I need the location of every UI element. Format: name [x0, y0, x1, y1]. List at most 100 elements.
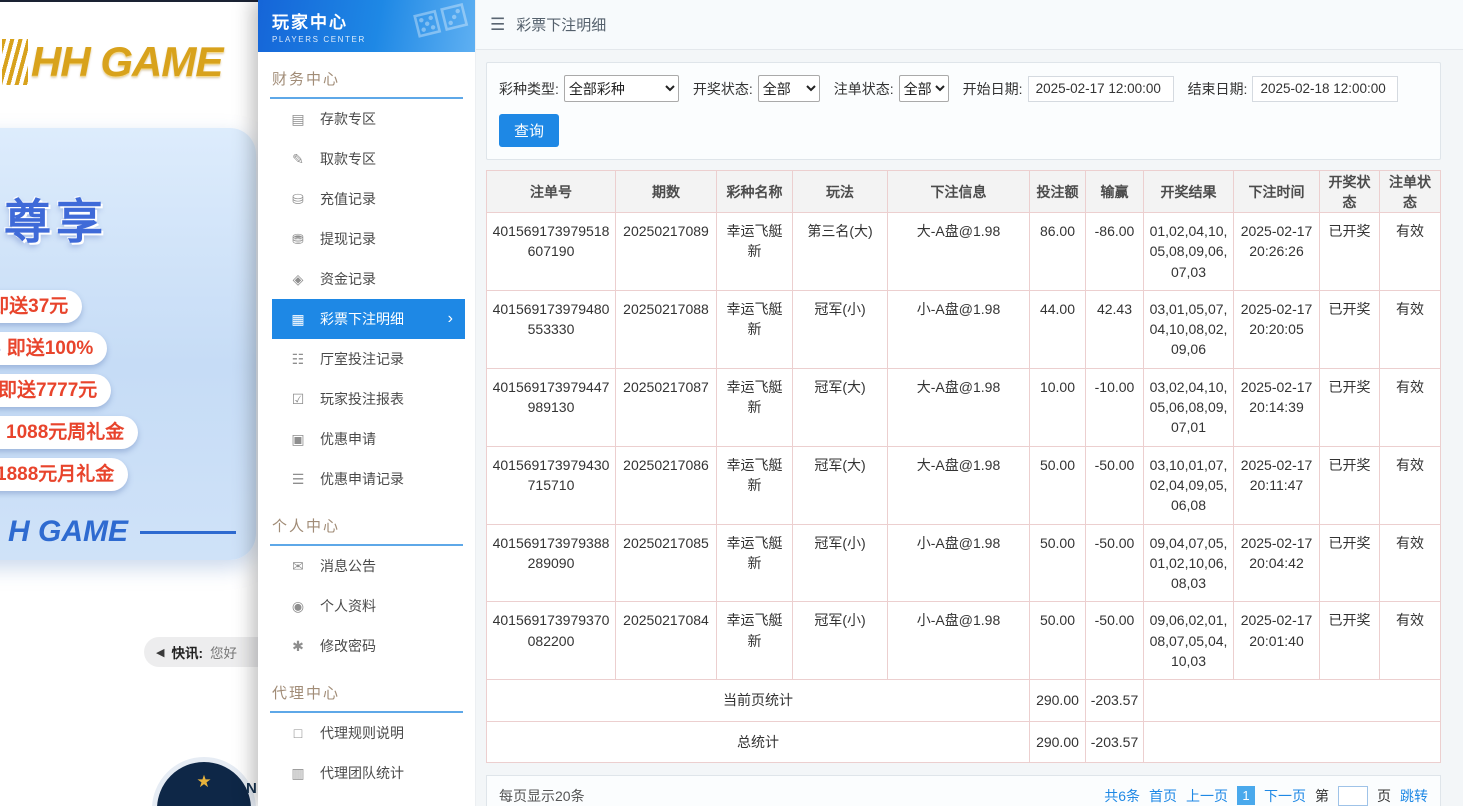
- cell-play: 冠军(小): [793, 290, 888, 368]
- end-date-label: 结束日期:: [1188, 79, 1248, 99]
- main-content: 彩种类型: 全部彩种 开奖状态: 全部 注单状态: 全部 开始日期:: [476, 50, 1463, 806]
- promo-pill: P首存 即送100%: [0, 332, 107, 365]
- sidebar-section: 个人中心✉消息公告◉个人资料✱修改密码: [258, 515, 475, 666]
- cell-order_status: 有效: [1380, 524, 1441, 602]
- sidebar-item-deposit-zone[interactable]: ▤存款专区: [272, 99, 465, 139]
- badge-letter: N: [246, 780, 257, 797]
- cell-bet_info: 小-A盘@1.98: [888, 524, 1030, 602]
- summary-winloss: -203.57: [1086, 721, 1144, 762]
- brand-badge: ★: [152, 757, 256, 806]
- draw-status-select[interactable]: 全部: [758, 75, 820, 102]
- sidebar-item-promo-application[interactable]: ▣优惠申请: [272, 419, 465, 459]
- pagination-bar: 每页显示20条 共6条 首页 上一页 1 下一页 第 页 跳转: [486, 775, 1441, 806]
- jump-label-prefix: 第: [1315, 786, 1329, 806]
- cell-lottery: 幸运飞艇新: [717, 290, 793, 368]
- report-icon: ☑: [290, 391, 306, 408]
- promo-pill-left: P首存: [0, 338, 1, 359]
- cell-bet_info: 小-A盘@1.98: [888, 602, 1030, 680]
- cell-time: 2025-02-17 20:11:47: [1234, 446, 1320, 524]
- cell-winloss: -10.00: [1086, 368, 1144, 446]
- table-row: 40156917397937008220020250217084幸运飞艇新冠军(…: [487, 602, 1441, 680]
- jump-page-input[interactable]: [1338, 786, 1368, 806]
- sidebar-item-withdraw-zone[interactable]: ✎取款专区: [272, 139, 465, 179]
- total-count: 共6条: [1104, 786, 1140, 806]
- cell-bet_info: 大-A盘@1.98: [888, 368, 1030, 446]
- jump-button[interactable]: 跳转: [1400, 786, 1428, 806]
- column-header: 投注额: [1030, 171, 1086, 213]
- next-page-link[interactable]: 下一页: [1264, 786, 1306, 806]
- search-button[interactable]: 查询: [499, 114, 559, 147]
- sidebar-item-label: 存款专区: [320, 109, 376, 129]
- start-date-input[interactable]: [1028, 76, 1174, 102]
- summary-empty: [1144, 721, 1441, 762]
- menu-icon[interactable]: ☰: [490, 15, 505, 35]
- sidebar-item-change-password[interactable]: ✱修改密码: [272, 626, 465, 666]
- sidebar-item-personal-profile[interactable]: ◉个人资料: [272, 586, 465, 626]
- cell-amount: 44.00: [1030, 290, 1086, 368]
- cell-winloss: -86.00: [1086, 213, 1144, 291]
- summary-row: 总统计290.00-203.57: [487, 721, 1441, 762]
- summary-empty: [1144, 680, 1441, 721]
- cell-winloss: 42.43: [1086, 290, 1144, 368]
- cell-play: 冠军(小): [793, 524, 888, 602]
- order-status-select[interactable]: 全部: [899, 75, 949, 102]
- sidebar-item-player-bet-report[interactable]: ☑玩家投注报表: [272, 379, 465, 419]
- order-status-label: 注单状态:: [834, 79, 894, 99]
- cell-draw_status: 已开奖: [1320, 446, 1380, 524]
- sidebar-item-recharge-records[interactable]: ⛁充值记录: [272, 179, 465, 219]
- cell-period: 20250217085: [616, 524, 717, 602]
- sidebar-item-room-bet-records[interactable]: ☷厅室投注记录: [272, 339, 465, 379]
- promo-pill-list: 60元即送37元P首存即送100%投注即送7777元加赠1088元周礼金加赠18…: [0, 290, 256, 491]
- cell-order_no: 401569173979518607190: [487, 213, 616, 291]
- sidebar-section-title: 个人中心: [270, 515, 463, 546]
- cell-amount: 50.00: [1030, 524, 1086, 602]
- cell-order_no: 401569173979430715710: [487, 446, 616, 524]
- end-date-input[interactable]: [1252, 76, 1398, 102]
- cell-play: 冠军(小): [793, 602, 888, 680]
- cell-order_no: 401569173979388289090: [487, 524, 616, 602]
- sidebar-item-agent-team-stats[interactable]: ▥代理团队统计: [272, 753, 465, 793]
- promo-pill: 投注即送7777元: [0, 374, 111, 407]
- password-icon: ✱: [290, 638, 306, 655]
- sidebar-item-message-announcements[interactable]: ✉消息公告: [272, 546, 465, 586]
- sidebar-item-fund-records[interactable]: ◈ 资金记录: [272, 259, 465, 299]
- lottery-type-select[interactable]: 全部彩种: [564, 75, 679, 102]
- cell-order_status: 有效: [1380, 602, 1441, 680]
- sidebar-item-label: 资金记录: [320, 269, 376, 289]
- logo-stripes-icon: [2, 39, 28, 85]
- chevron-right-icon: ›: [448, 310, 465, 328]
- withdrawal-icon: ⛃: [290, 231, 306, 248]
- screen: HH GAME 尊享 60元即送37元P首存即送100%投注即送7777元加赠1…: [0, 0, 1463, 806]
- background-site: HH GAME 尊享 60元即送37元P首存即送100%投注即送7777元加赠1…: [0, 0, 258, 806]
- promo-brand-text: H GAME: [8, 515, 128, 549]
- promo-pill-right: 即送37元: [0, 296, 68, 317]
- recharge-icon: ⛁: [290, 191, 306, 208]
- sidebar-item-lottery-bet-details[interactable]: ▦彩票下注明细›: [272, 299, 465, 339]
- lottery-type-label: 彩种类型:: [499, 79, 559, 99]
- sidebar-item-withdrawal-records[interactable]: ⛃提现记录: [272, 219, 465, 259]
- filter-row: 彩种类型: 全部彩种 开奖状态: 全部 注单状态: 全部 开始日期:: [499, 75, 1428, 102]
- current-page[interactable]: 1: [1237, 786, 1255, 805]
- cell-result: 09,04,07,05,01,02,10,06,08,03: [1144, 524, 1234, 602]
- sidebar-item-label: 彩票下注明细: [320, 309, 404, 329]
- pagination-controls: 共6条 首页 上一页 1 下一页 第 页 跳转: [1104, 786, 1428, 806]
- sidebar-item-promo-application-records[interactable]: ☰优惠申请记录: [272, 459, 465, 499]
- promo-pill-right: 即送100%: [7, 338, 94, 359]
- news-ticker: ◀ 快讯: 您好: [144, 637, 258, 667]
- cell-result: 03,01,05,07,04,10,08,02,09,06: [1144, 290, 1234, 368]
- cell-order_no: 401569173979370082200: [487, 602, 616, 680]
- cell-amount: 86.00: [1030, 213, 1086, 291]
- table-row: 40156917397948055333020250217088幸运飞艇新冠军(…: [487, 290, 1441, 368]
- promo-banner: 尊享 60元即送37元P首存即送100%投注即送7777元加赠1088元周礼金加…: [0, 128, 256, 560]
- promo-pill-right: 即送7777元: [0, 380, 97, 401]
- ticker-message: 您好: [210, 642, 237, 662]
- first-page-link[interactable]: 首页: [1149, 786, 1177, 806]
- sidebar-item-agent-rules[interactable]: □代理规则说明: [272, 713, 465, 753]
- cell-play: 冠军(大): [793, 368, 888, 446]
- column-header: 玩法: [793, 171, 888, 213]
- cell-lottery: 幸运飞艇新: [717, 446, 793, 524]
- sidebar-item-label: 代理团队统计: [320, 763, 404, 783]
- funds-icon: ◈: [290, 271, 306, 288]
- column-header: 注单状态: [1380, 171, 1441, 213]
- prev-page-link[interactable]: 上一页: [1186, 786, 1228, 806]
